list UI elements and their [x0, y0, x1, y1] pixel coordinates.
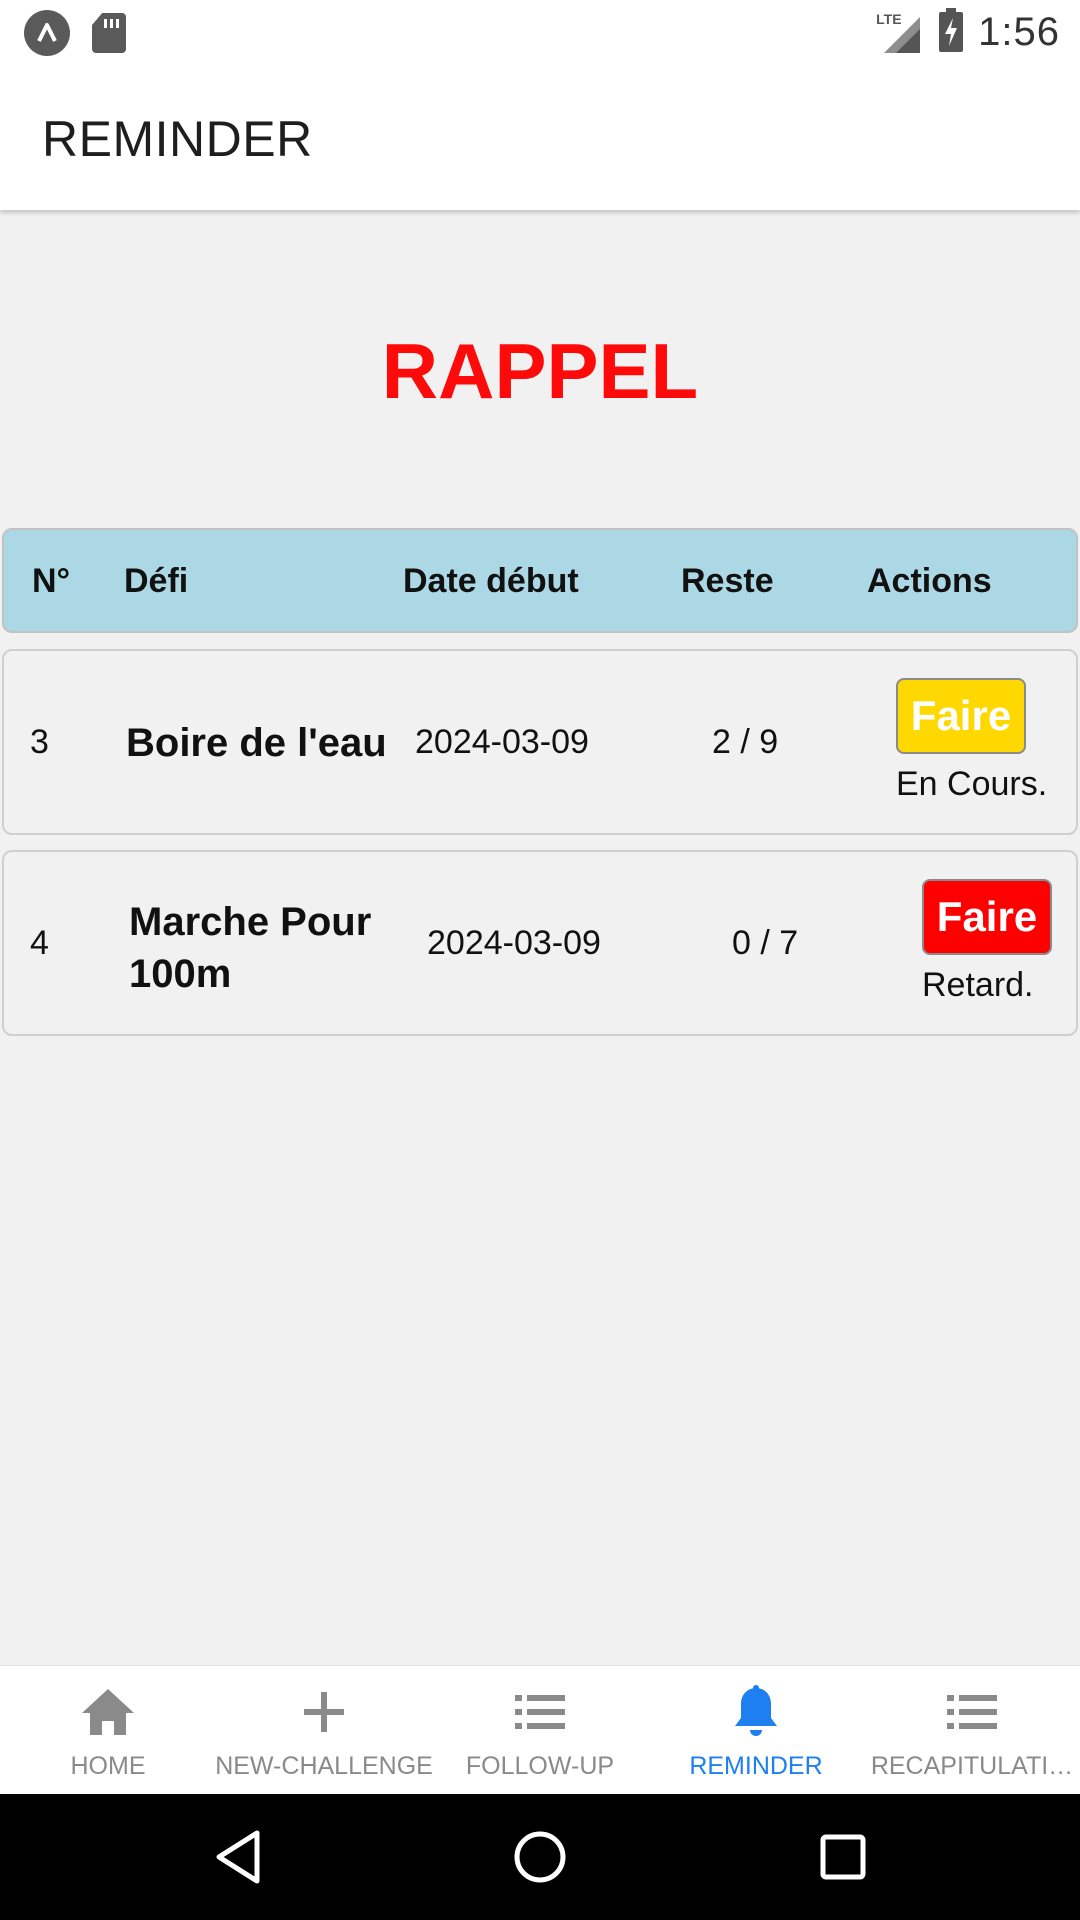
header-number: N° [32, 562, 71, 600]
faire-button[interactable]: Faire [922, 879, 1052, 955]
home-icon [80, 1684, 136, 1740]
home-circle-icon[interactable] [507, 1824, 573, 1890]
status-icons-left [24, 10, 126, 56]
app-bar-title: REMINDER [42, 111, 313, 167]
table-row: 3 Boire de l'eau 2024-03-09 2 / 9 Faire … [2, 649, 1078, 835]
row-status: Retard. [922, 966, 1034, 1004]
header-challenge: Défi [124, 562, 189, 600]
faire-button[interactable]: Faire [896, 678, 1026, 754]
header-actions: Actions [867, 562, 992, 600]
nav-item-home[interactable]: HOME [0, 1666, 216, 1795]
nav-label: HOME [70, 1752, 146, 1780]
status-icons-right: LTE 1:56 [876, 8, 1060, 57]
row-remaining: 2 / 9 [712, 723, 779, 761]
list-icon [513, 1684, 567, 1740]
row-number: 4 [30, 924, 49, 962]
app-notification-icon [24, 10, 70, 56]
nav-label: NEW-CHALLENGE [215, 1752, 433, 1780]
list-icon [945, 1684, 999, 1740]
clock: 1:56 [978, 10, 1060, 54]
nav-label: FOLLOW-UP [465, 1752, 615, 1780]
page-heading: RAPPEL [381, 327, 699, 415]
table-row: 4 Marche Pour 100m 2024-03-09 0 / 7 Fair… [2, 850, 1078, 1036]
signal-icon: LTE [876, 9, 924, 57]
nav-item-recapitulation[interactable]: RECAPITULATI… [864, 1666, 1080, 1795]
header-remaining: Reste [681, 562, 774, 600]
nav-item-follow-up[interactable]: FOLLOW-UP [432, 1666, 648, 1795]
row-status: En Cours. [896, 765, 1048, 803]
plus-icon [302, 1684, 346, 1740]
row-remaining: 0 / 7 [732, 924, 799, 962]
system-nav-bar [0, 1794, 1080, 1920]
row-number: 3 [30, 723, 49, 761]
sd-card-icon [92, 13, 126, 53]
recents-icon[interactable] [810, 1824, 876, 1890]
row-start-date: 2024-03-09 [427, 924, 601, 962]
nav-label: REMINDER [689, 1752, 823, 1780]
header-start-date: Date début [403, 562, 579, 600]
row-challenge: Boire de l'eau [126, 721, 387, 765]
row-challenge: Marche Pour 100m [129, 900, 372, 996]
nav-label: RECAPITULATI… [870, 1752, 1074, 1780]
bell-icon [731, 1684, 781, 1740]
nav-item-reminder[interactable]: REMINDER [648, 1666, 864, 1795]
status-bar: LTE 1:56 [0, 0, 1080, 64]
bottom-nav: HOME NEW-CHALLENGE FOLLOW-UP REMINDER RE… [0, 1665, 1080, 1794]
row-start-date: 2024-03-09 [415, 723, 589, 761]
nav-item-new-challenge[interactable]: NEW-CHALLENGE [215, 1666, 433, 1795]
table-header: N° Défi Date début Reste Actions [2, 528, 1078, 633]
battery-icon [938, 8, 964, 57]
back-icon[interactable] [205, 1824, 271, 1890]
app-bar: REMINDER [0, 64, 1080, 210]
